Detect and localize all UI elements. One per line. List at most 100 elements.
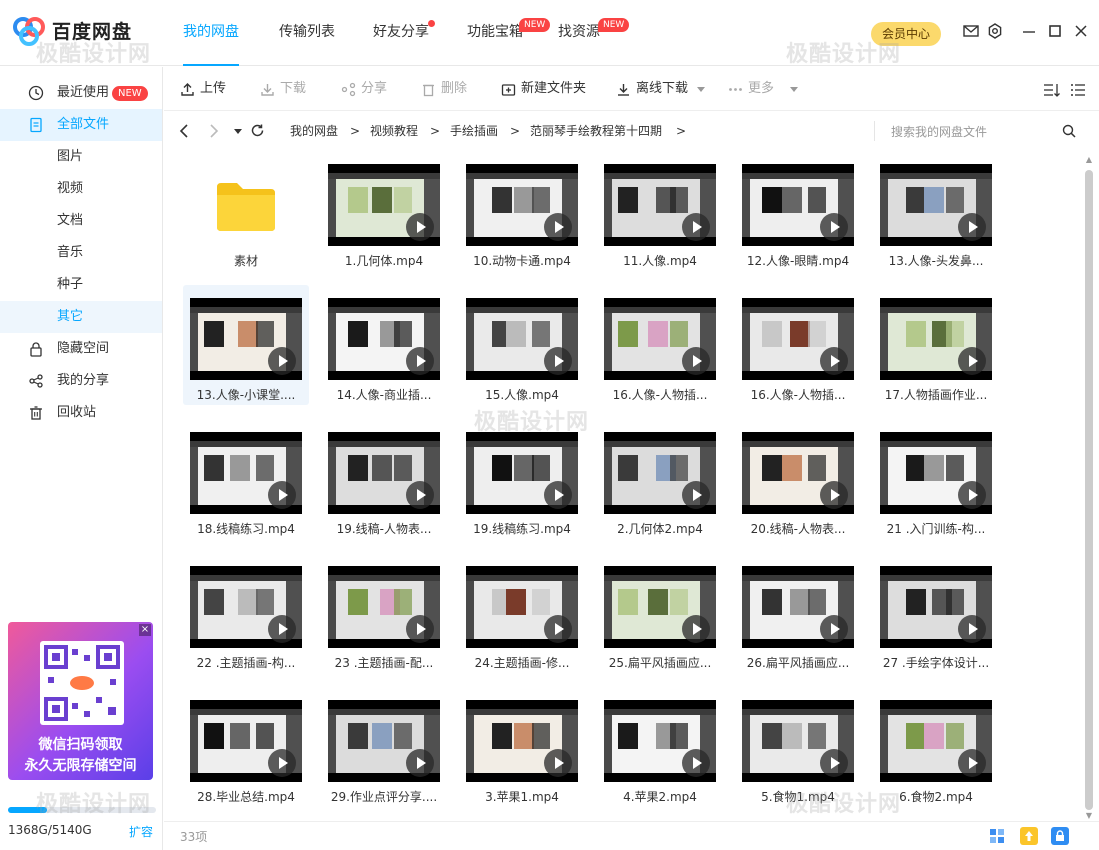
search-icon[interactable]	[1062, 124, 1076, 138]
play-icon[interactable]	[958, 213, 986, 241]
play-icon[interactable]	[820, 347, 848, 375]
play-icon[interactable]	[820, 749, 848, 777]
play-icon[interactable]	[268, 347, 296, 375]
offline-download-button[interactable]: 离线下载	[616, 67, 688, 111]
play-icon[interactable]	[268, 749, 296, 777]
download-button[interactable]: 下载	[260, 67, 306, 111]
play-icon[interactable]	[544, 213, 572, 241]
chevron-down-icon[interactable]	[790, 87, 798, 92]
search-input[interactable]: 搜索我的网盘文件	[876, 112, 1086, 150]
tab-find-resources[interactable]: 找资源 NEW	[558, 0, 630, 66]
folder-item[interactable]: 素材	[183, 151, 309, 271]
video-file-item[interactable]: 29.作业点评分享....	[321, 687, 447, 807]
grid-view-icon[interactable]	[988, 827, 1006, 845]
sidebar-item-all-files[interactable]: 全部文件	[0, 109, 162, 141]
video-file-item[interactable]: 26.扁平风插画应...	[735, 553, 861, 673]
tab-toolbox[interactable]: 功能宝箱 NEW	[467, 0, 551, 66]
video-file-item[interactable]: 1.几何体.mp4	[321, 151, 447, 271]
tab-my-netdisk[interactable]: 我的网盘	[183, 0, 239, 66]
scrollbar-thumb[interactable]	[1085, 170, 1093, 810]
lock-icon[interactable]	[1051, 827, 1069, 845]
play-icon[interactable]	[544, 481, 572, 509]
tab-friend-share[interactable]: 好友分享	[373, 0, 435, 66]
chevron-down-icon[interactable]	[697, 87, 705, 92]
play-icon[interactable]	[820, 213, 848, 241]
back-arrow-icon[interactable]	[178, 124, 190, 138]
delete-button[interactable]: 删除	[421, 67, 467, 111]
play-icon[interactable]	[682, 481, 710, 509]
more-button[interactable]: 更多	[728, 67, 774, 111]
play-icon[interactable]	[958, 347, 986, 375]
sidebar-item-pictures[interactable]: 图片	[0, 141, 162, 173]
play-icon[interactable]	[958, 615, 986, 643]
sidebar-item-my-share[interactable]: 我的分享	[0, 365, 162, 397]
sidebar-item-hidden-space[interactable]: 隐藏空间	[0, 333, 162, 365]
promo-banner[interactable]: × 微信扫码领取 永久无限存储空间	[8, 622, 153, 780]
new-folder-button[interactable]: 新建文件夹	[501, 67, 586, 111]
sidebar-item-videos[interactable]: 视频	[0, 173, 162, 205]
video-file-item[interactable]: 2.几何体2.mp4	[597, 419, 723, 539]
play-icon[interactable]	[406, 615, 434, 643]
play-icon[interactable]	[682, 749, 710, 777]
video-file-item[interactable]: 17.人物插画作业...	[873, 285, 999, 405]
video-file-item[interactable]: 15.人像.mp4	[459, 285, 585, 405]
play-icon[interactable]	[406, 481, 434, 509]
play-icon[interactable]	[682, 347, 710, 375]
sidebar-item-recycle-bin[interactable]: 回收站	[0, 397, 162, 429]
mail-icon[interactable]	[962, 22, 980, 40]
minimize-icon[interactable]	[1020, 22, 1038, 40]
sidebar-item-others[interactable]: 其它	[0, 301, 162, 333]
vip-center-button[interactable]: 会员中心	[871, 22, 941, 46]
video-file-item[interactable]: 5.食物1.mp4	[735, 687, 861, 807]
video-file-item[interactable]: 3.苹果1.mp4	[459, 687, 585, 807]
breadcrumb-item[interactable]: 范丽琴手绘教程第十四期	[530, 111, 662, 151]
upload-button[interactable]: 上传	[180, 67, 226, 111]
play-icon[interactable]	[268, 481, 296, 509]
list-view-icon[interactable]	[1070, 82, 1086, 98]
video-file-item[interactable]: 12.人像-眼睛.mp4	[735, 151, 861, 271]
video-file-item[interactable]: 10.动物卡通.mp4	[459, 151, 585, 271]
expand-storage-link[interactable]: 扩容	[129, 823, 153, 840]
chevron-down-icon[interactable]	[234, 129, 242, 134]
video-file-item[interactable]: 4.苹果2.mp4	[597, 687, 723, 807]
play-icon[interactable]	[958, 481, 986, 509]
play-icon[interactable]	[544, 749, 572, 777]
sidebar-item-music[interactable]: 音乐	[0, 237, 162, 269]
play-icon[interactable]	[958, 749, 986, 777]
breadcrumb-item[interactable]: 手绘插画	[450, 111, 498, 151]
video-file-item[interactable]: 11.人像.mp4	[597, 151, 723, 271]
sidebar-item-documents[interactable]: 文档	[0, 205, 162, 237]
sort-icon[interactable]	[1043, 82, 1061, 98]
video-file-item[interactable]: 22 .主题插画-构...	[183, 553, 309, 673]
maximize-icon[interactable]	[1046, 22, 1064, 40]
video-file-item[interactable]: 27 .手绘字体设计...	[873, 553, 999, 673]
refresh-icon[interactable]	[250, 123, 265, 138]
video-file-item[interactable]: 16.人像-人物插...	[597, 285, 723, 405]
video-file-item[interactable]: 20.线稿-人物表...	[735, 419, 861, 539]
video-file-item[interactable]: 6.食物2.mp4	[873, 687, 999, 807]
play-icon[interactable]	[544, 615, 572, 643]
play-icon[interactable]	[406, 347, 434, 375]
play-icon[interactable]	[682, 213, 710, 241]
play-icon[interactable]	[820, 615, 848, 643]
close-icon[interactable]: ×	[139, 624, 151, 636]
gear-icon[interactable]	[986, 22, 1004, 40]
play-icon[interactable]	[268, 615, 296, 643]
video-file-item[interactable]: 25.扁平风插画应...	[597, 553, 723, 673]
video-file-item[interactable]: 18.线稿练习.mp4	[183, 419, 309, 539]
video-file-item[interactable]: 13.人像-小课堂....	[183, 285, 309, 405]
video-file-item[interactable]: 21 .入门训练-构...	[873, 419, 999, 539]
scroll-down-arrow[interactable]: ▼	[1084, 812, 1094, 820]
play-icon[interactable]	[544, 347, 572, 375]
sidebar-item-torrents[interactable]: 种子	[0, 269, 162, 301]
upload-arrow-icon[interactable]	[1020, 827, 1038, 845]
video-file-item[interactable]: 14.人像-商业插...	[321, 285, 447, 405]
video-file-item[interactable]: 19.线稿-人物表...	[321, 419, 447, 539]
video-file-item[interactable]: 16.人像-人物插...	[735, 285, 861, 405]
play-icon[interactable]	[682, 615, 710, 643]
scroll-up-arrow[interactable]: ▲	[1084, 156, 1094, 164]
video-file-item[interactable]: 19.线稿练习.mp4	[459, 419, 585, 539]
share-button[interactable]: 分享	[341, 67, 387, 111]
close-icon[interactable]	[1072, 22, 1090, 40]
video-file-item[interactable]: 13.人像-头发鼻...	[873, 151, 999, 271]
